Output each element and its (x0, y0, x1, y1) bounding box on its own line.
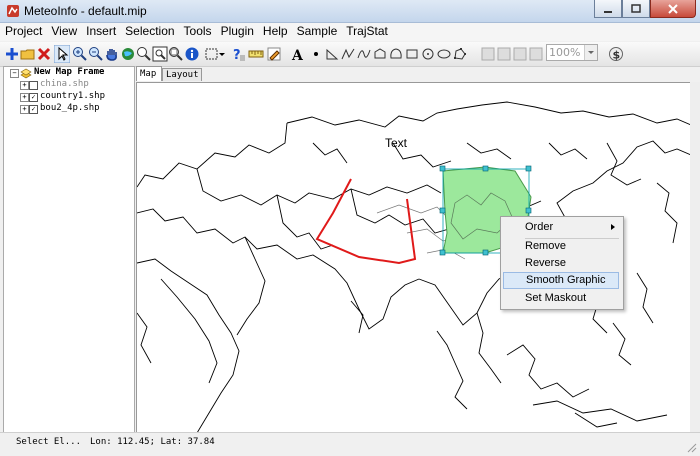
curve-polygon-icon[interactable] (388, 46, 404, 62)
maximize-icon (631, 3, 641, 13)
map-text-label[interactable]: Text (385, 136, 408, 150)
resize-handle[interactable] (439, 207, 446, 214)
close-icon (668, 3, 678, 14)
menu-view[interactable]: View (46, 23, 81, 38)
menu-project[interactable]: Project (0, 23, 46, 38)
close-button[interactable] (650, 0, 696, 18)
vertical-scrollbar[interactable] (690, 82, 700, 432)
measure-icon[interactable] (248, 46, 264, 62)
resize-handle[interactable] (482, 165, 489, 172)
layer-visibility-checkbox[interactable]: ✓ (29, 105, 38, 114)
menu-insert[interactable]: Insert (81, 23, 120, 38)
collapse-toggle[interactable]: − (10, 69, 19, 78)
expand-toggle[interactable]: + (20, 93, 29, 102)
submenu-arrow-icon (611, 224, 615, 230)
resize-grip-icon[interactable] (686, 442, 698, 454)
layer-name: bou2_4p.shp (40, 103, 100, 113)
help-question-icon[interactable]: ? (230, 46, 246, 62)
layout-zoom-out-icon[interactable] (512, 46, 528, 62)
layers-frame-icon (20, 68, 32, 79)
context-menu-order-label: Order (525, 221, 554, 233)
app-window: MeteoInfo - default.mip Project View Inser… (0, 0, 700, 456)
chevron-down-icon[interactable] (218, 46, 226, 62)
curve-tool-icon[interactable] (356, 46, 372, 62)
expand-toggle[interactable]: + (20, 105, 29, 114)
menu-tools[interactable]: Tools (179, 23, 216, 38)
status-bar: Select El... Lon: 112.45; Lat: 37.84 (0, 432, 700, 456)
edit-pencil-icon[interactable] (266, 46, 282, 62)
context-menu-reverse[interactable]: Reverse (503, 255, 619, 272)
context-menu-set-maskout[interactable]: Set Maskout (503, 290, 619, 307)
zoom-layer-icon[interactable] (152, 46, 168, 62)
expand-toggle[interactable]: + (20, 81, 29, 90)
zoom-select[interactable]: 100% (546, 44, 598, 61)
polyline-tool-icon[interactable] (340, 46, 356, 62)
zoom-select-value: 100% (549, 46, 581, 59)
pan-hand-icon[interactable] (104, 46, 120, 62)
zoom-full-icon[interactable] (136, 46, 152, 62)
tab-map[interactable]: Map (136, 66, 162, 81)
status-coordinates: Lon: 112.45; Lat: 37.84 (90, 437, 215, 447)
menu-help[interactable]: Help (258, 23, 292, 38)
resize-handle[interactable] (525, 165, 532, 172)
layer-visibility-checkbox[interactable]: ✓ (29, 93, 38, 102)
layer-visibility-checkbox[interactable] (29, 81, 38, 90)
chevron-down-icon (588, 51, 594, 54)
minimize-icon (604, 10, 612, 13)
dollar-icon[interactable]: $ (608, 46, 624, 62)
layout-fit-icon[interactable] (528, 46, 544, 62)
map-frame-label: New Map Frame (34, 67, 105, 77)
context-menu-remove[interactable]: Remove (503, 238, 619, 255)
polygon-tool-icon[interactable] (324, 46, 340, 62)
tab-layout[interactable]: Layout (162, 68, 202, 81)
context-menu: Order Remove Reverse Smooth Graphic Set … (500, 216, 624, 310)
select-pointer-icon[interactable] (54, 45, 70, 63)
zoom-extent-icon[interactable] (168, 46, 184, 62)
svg-text:A: A (291, 48, 304, 62)
minimize-button[interactable] (594, 0, 622, 18)
menu-plugin[interactable]: Plugin (216, 23, 258, 38)
status-mode: Select El... (16, 437, 82, 447)
layer-name: country1.shp (40, 91, 106, 101)
layout-page-icon[interactable] (480, 46, 496, 62)
app-icon (7, 5, 19, 17)
resize-handle[interactable] (482, 249, 489, 256)
red-polyline-graphic[interactable] (315, 178, 417, 265)
resize-handle[interactable] (439, 165, 446, 172)
open-folder-icon[interactable] (20, 46, 36, 62)
resize-handle[interactable] (525, 207, 532, 214)
remove-layer-icon[interactable] (36, 46, 52, 62)
window-title: MeteoInfo - default.mip (24, 4, 147, 18)
svg-text:?: ? (233, 48, 241, 62)
layer-tree-panel: − New Map Frame + china.shp + ✓ country1… (3, 66, 135, 433)
title-bar: MeteoInfo - default.mip (0, 0, 700, 23)
layout-zoom-in-icon[interactable] (496, 46, 512, 62)
zoom-in-icon[interactable] (72, 46, 88, 62)
menu-bar: Project View Insert Selection Tools Plugin Hel… (0, 23, 700, 41)
layer-item-bou2[interactable]: + ✓ bou2_4p.shp (4, 103, 132, 116)
rectangle-tool-icon[interactable] (404, 46, 420, 62)
edit-vertices-icon[interactable] (452, 46, 468, 62)
add-layer-icon[interactable] (4, 46, 20, 62)
menu-trajstat[interactable]: TrajStat (341, 23, 392, 38)
ellipse-tool-icon[interactable] (436, 46, 452, 62)
circle-tool-icon[interactable] (420, 46, 436, 62)
svg-text:$: $ (613, 49, 621, 62)
context-menu-order[interactable]: Order (503, 219, 619, 236)
context-menu-smooth-graphic[interactable]: Smooth Graphic (503, 272, 619, 289)
text-tool-icon[interactable]: A (290, 46, 306, 62)
point-tool-icon[interactable] (308, 46, 324, 62)
layer-name: china.shp (40, 79, 89, 89)
maximize-button[interactable] (622, 0, 650, 18)
globe-icon[interactable] (120, 46, 136, 62)
freehand-polygon-icon[interactable] (372, 46, 388, 62)
menu-sample[interactable]: Sample (292, 23, 342, 38)
zoom-out-icon[interactable] (88, 46, 104, 62)
identify-info-icon[interactable] (184, 46, 200, 62)
menu-selection[interactable]: Selection (120, 23, 178, 38)
resize-handle[interactable] (439, 249, 446, 256)
